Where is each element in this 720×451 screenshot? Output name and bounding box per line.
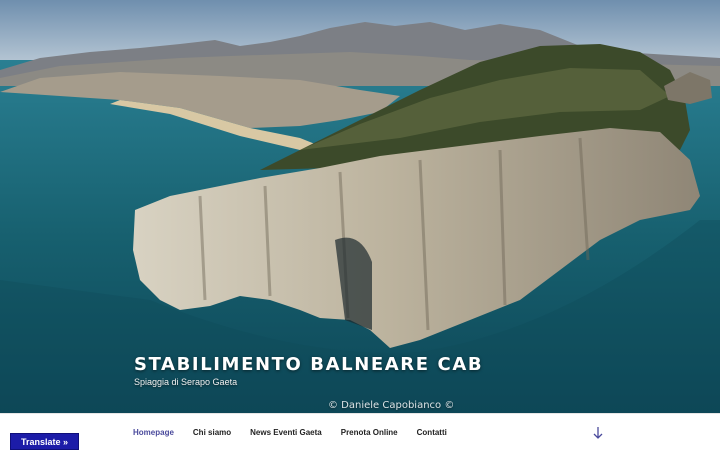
hero-photo (0, 0, 720, 413)
nav-item-news-eventi[interactable]: News Eventi Gaeta (250, 428, 322, 437)
nav-item-contatti[interactable]: Contatti (417, 428, 447, 437)
nav-item-homepage[interactable]: Homepage (133, 428, 174, 437)
nav-item-prenota-online[interactable]: Prenota Online (341, 428, 398, 437)
site-title[interactable]: STABILIMENTO BALNEARE CAB (134, 354, 483, 375)
nav-menu: Homepage Chi siamo News Eventi Gaeta Pre… (133, 428, 466, 437)
arrow-down-icon[interactable] (592, 426, 604, 440)
photo-credit: © Daniele Capobianco © (328, 400, 455, 411)
main-navigation: Homepage Chi siamo News Eventi Gaeta Pre… (0, 413, 720, 450)
site-description: Spiaggia di Serapo Gaeta (134, 377, 238, 387)
nav-item-chi-siamo[interactable]: Chi siamo (193, 428, 231, 437)
header-media: STABILIMENTO BALNEARE CAB Spiaggia di Se… (0, 0, 720, 413)
translate-button[interactable]: Translate » (10, 433, 79, 450)
